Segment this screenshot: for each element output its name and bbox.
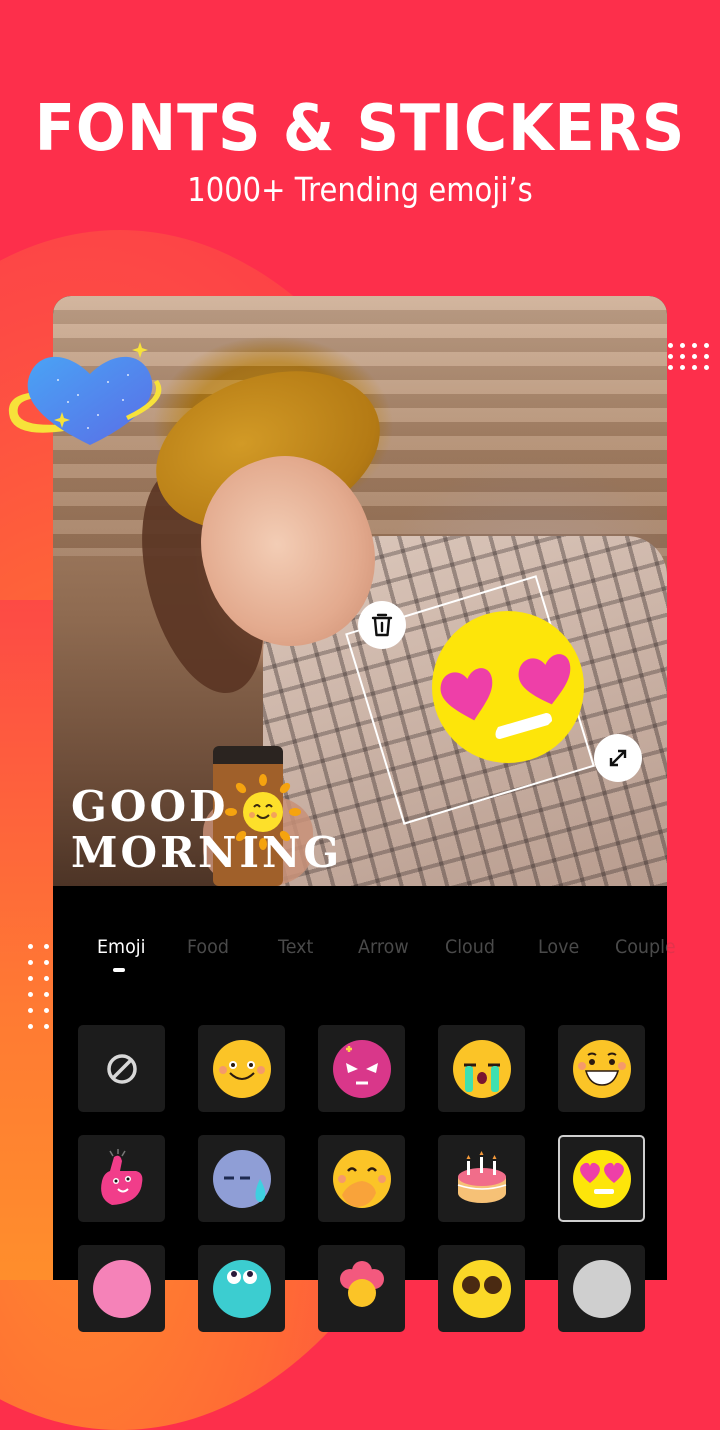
sticker-category-tabs: Emoji Food Text Arrow Cloud Love Couple	[53, 936, 720, 976]
sticker-cell[interactable]	[78, 1135, 165, 1222]
sticker-cell[interactable]	[438, 1135, 525, 1222]
page-title: FONTS & STICKERS	[34, 92, 686, 166]
smiling-face-icon	[212, 1039, 271, 1098]
crying-face-icon	[452, 1039, 511, 1098]
sticker-cell[interactable]	[558, 1245, 645, 1332]
resize-sticker-handle[interactable]	[594, 734, 642, 782]
tab-emoji[interactable]: Emoji	[97, 936, 145, 958]
angry-pink-face-icon	[332, 1039, 391, 1098]
delete-sticker-button[interactable]	[358, 601, 406, 649]
sticker-cell[interactable]	[78, 1245, 165, 1332]
sweat-face-icon	[212, 1149, 271, 1208]
grinning-face-icon	[572, 1039, 631, 1098]
birthday-cake-icon	[457, 1150, 506, 1203]
sticker-cell[interactable]	[438, 1245, 525, 1332]
resize-arrows-icon	[609, 749, 627, 767]
text-overlay[interactable]: GOOD MORNING	[71, 784, 342, 876]
decorative-dots-right	[668, 343, 709, 370]
sticker-cell-selected[interactable]	[558, 1135, 645, 1222]
pink-face-icon	[92, 1259, 151, 1318]
teal-looking-up-face-icon	[212, 1259, 271, 1318]
sticker-cell[interactable]	[198, 1025, 285, 1112]
active-tab-indicator	[113, 968, 125, 972]
sticker-cell[interactable]	[558, 1025, 645, 1112]
sticker-cell[interactable]	[318, 1135, 405, 1222]
sun-sticker-icon[interactable]	[225, 774, 301, 850]
background-gradient-edge	[0, 600, 60, 1280]
text-overlay-line2: MORNING	[71, 828, 343, 877]
heart-eyes-face-icon	[572, 1149, 631, 1208]
sticker-cell-none[interactable]	[78, 1025, 165, 1112]
tab-food[interactable]: Food	[187, 936, 229, 958]
sticker-cell[interactable]	[198, 1245, 285, 1332]
tab-arrow[interactable]: Arrow	[358, 936, 409, 958]
hand-over-mouth-face-icon	[332, 1149, 391, 1208]
heart-planet-sticker-icon[interactable]	[8, 340, 168, 450]
sticker-cell[interactable]	[318, 1245, 405, 1332]
gray-face-icon	[572, 1259, 631, 1318]
tab-text[interactable]: Text	[278, 936, 313, 958]
decorative-dots-left	[28, 944, 49, 1029]
tab-overflow-mask	[667, 930, 720, 970]
pink-thumbs-up-icon	[100, 1148, 142, 1205]
trash-icon	[371, 613, 393, 637]
sticker-cell[interactable]	[318, 1025, 405, 1112]
sticker-cell[interactable]	[198, 1135, 285, 1222]
heart-eyes-sticker-icon[interactable]	[432, 611, 584, 763]
tab-cloud[interactable]: Cloud	[445, 936, 495, 958]
none-icon	[106, 1053, 137, 1084]
tab-love[interactable]: Love	[538, 936, 579, 958]
sunglasses-face-icon	[452, 1259, 511, 1318]
text-overlay-line1: GOOD	[71, 782, 229, 831]
flower-face-icon	[339, 1260, 384, 1307]
page-subtitle: 1000+ Trending emoji’s	[187, 170, 533, 209]
sticker-cell[interactable]	[438, 1025, 525, 1112]
